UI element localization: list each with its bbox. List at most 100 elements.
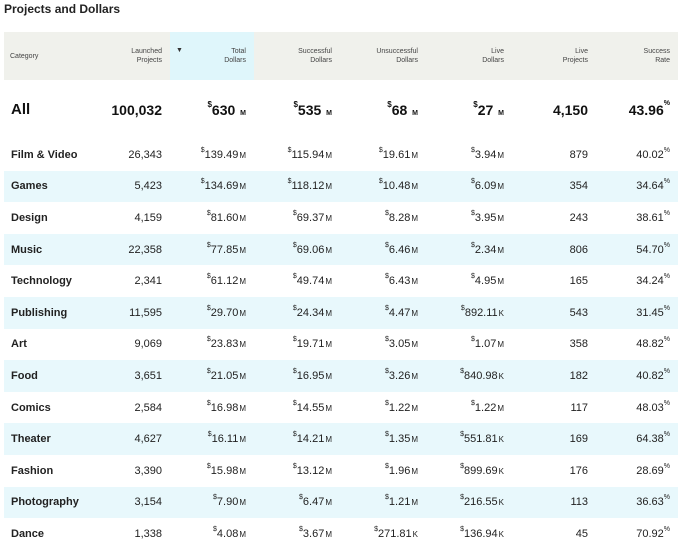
- currency-sign: $: [460, 462, 464, 470]
- table-row[interactable]: Fashion 3,390 $15.98M $13.12M $1.96M $899.69K…: [4, 455, 678, 487]
- currency-sign: $: [292, 304, 297, 312]
- table-row[interactable]: Art 9,069 $23.83M $19.71M $3.05M $1.07M 358 48.…: [4, 329, 678, 361]
- unit: M: [239, 498, 246, 508]
- header-live-projects[interactable]: Live Projects: [512, 32, 596, 80]
- table-row[interactable]: Photography 3,154 $7.90M $6.47M $1.21M $216.5…: [4, 486, 678, 519]
- unit: M: [325, 340, 332, 350]
- amount: 139.49: [204, 148, 239, 161]
- launched-projects-cell: 4,627: [134, 433, 162, 446]
- amount: 16.98: [210, 401, 239, 414]
- currency-sign: $: [387, 99, 392, 109]
- launched-projects-cell: 3,390: [134, 464, 162, 477]
- table-row[interactable]: Theater 4,627 $16.11M $14.21M $1.35M $551.81K…: [4, 423, 678, 455]
- table-row[interactable]: Technology 2,341 $61.12M $49.74M $6.43M $4.95…: [4, 265, 678, 297]
- currency-sign: $: [385, 462, 389, 470]
- amount: 6.46: [388, 243, 411, 256]
- unit: M: [497, 150, 504, 160]
- currency-sign: $: [206, 399, 211, 407]
- unit: M: [411, 213, 418, 223]
- live-dollars-cell: $136.94K: [426, 518, 512, 550]
- currency-sign: $: [292, 431, 297, 439]
- currency-sign: $: [292, 273, 297, 281]
- header-successful-dollars[interactable]: Successful Dollars: [254, 32, 340, 80]
- amount: 1.22: [474, 401, 497, 414]
- header-category[interactable]: Category: [4, 32, 98, 80]
- rate: 64.38: [636, 433, 664, 446]
- currency-sign: $: [292, 241, 297, 249]
- rate: 34.24: [636, 275, 664, 288]
- header-launched-projects[interactable]: Launched Projects: [98, 32, 170, 80]
- unit: M: [240, 109, 246, 117]
- table-row[interactable]: Games 5,423 $134.69M $118.12M $10.48M $6.09M 3…: [4, 170, 678, 203]
- total-dollars-cell: $139.49M: [170, 139, 254, 171]
- success-rate-cell: 36.63%: [596, 487, 678, 519]
- live-projects-cell: 113: [570, 496, 588, 509]
- unit: M: [239, 466, 246, 476]
- table-row[interactable]: Music 22,358 $77.85M $69.06M $6.46M $2.34M 806…: [4, 233, 678, 266]
- currency-sign: $: [460, 431, 464, 439]
- percent-sign: %: [663, 399, 670, 407]
- table-row[interactable]: Food 3,651 $21.05M $16.95M $3.26M $840.98K 182…: [4, 360, 678, 392]
- amount: 77.85: [210, 243, 239, 256]
- amount: 1.07: [474, 338, 497, 351]
- live-dollars-cell: $2.34M: [426, 234, 512, 266]
- unit: K: [412, 529, 418, 539]
- table-row[interactable]: Comics 2,584 $16.98M $14.55M $1.22M $1.22M 117…: [4, 392, 678, 424]
- success-rate-cell: 40.82%: [596, 360, 678, 392]
- unsuccessful-dollars-cell: $1.96M: [340, 455, 426, 487]
- header-label-line1: Live: [575, 48, 588, 55]
- header-label-line1: Successful: [298, 48, 332, 55]
- header-label-line2: Projects: [562, 57, 588, 64]
- live-projects-cell: 182: [569, 369, 588, 382]
- table-row[interactable]: Publishing 11,595 $29.70M $24.34M $4.47M $892…: [4, 296, 678, 329]
- currency-sign: $: [206, 273, 211, 281]
- success-rate-cell: 28.69%: [596, 455, 678, 487]
- unit: M: [239, 371, 246, 381]
- launched-projects-cell: 26,343: [128, 148, 162, 161]
- amount: 899.69: [464, 464, 498, 477]
- category-cell: Fashion: [11, 464, 54, 477]
- table-row[interactable]: Dance 1,338 $4.08M $3.67M $271.81K $136.94K 45…: [4, 518, 678, 550]
- currency-sign: $: [293, 99, 298, 109]
- success-rate-cell: 31.45%: [596, 297, 678, 329]
- header-total-dollars[interactable]: ▼ Total Dollars: [170, 32, 254, 80]
- rate: 34.64: [636, 180, 664, 193]
- successful-dollars-cell: $14.21M: [254, 423, 340, 455]
- amount: 16.11: [211, 433, 239, 446]
- unit: M: [497, 340, 504, 350]
- currency-sign: $: [385, 209, 389, 217]
- successful-dollars-cell: $16.95M: [254, 360, 340, 392]
- unit: M: [325, 182, 332, 192]
- unit: M: [325, 277, 332, 287]
- unit: M: [411, 277, 418, 287]
- header-success-rate[interactable]: Success Rate: [596, 32, 678, 80]
- percent-sign: %: [663, 273, 670, 281]
- successful-dollars-cell: $14.55M: [254, 392, 340, 424]
- header-live-dollars[interactable]: Live Dollars: [426, 32, 512, 80]
- table-row[interactable]: Design 4,159 $81.60M $69.37M $8.28M $3.95M 243…: [4, 202, 678, 234]
- amount: 23.83: [210, 338, 239, 351]
- header-label-line2: Dollars: [224, 57, 246, 64]
- unit: M: [239, 403, 246, 413]
- currency-sign: $: [460, 494, 464, 502]
- live-dollars-cell: $216.55K: [426, 487, 512, 519]
- amount: 69.37: [296, 211, 325, 224]
- total-dollars-cell: $7.90M: [170, 487, 254, 519]
- amount: 6.43: [388, 275, 411, 288]
- unit: M: [239, 213, 246, 223]
- unit: M: [239, 308, 246, 318]
- total-live-dollars: $27 M: [426, 80, 512, 139]
- percent-sign: %: [663, 494, 670, 502]
- table-row[interactable]: Film & Video 26,343 $139.49M $115.94M $19.61…: [4, 139, 678, 171]
- currency-sign: $: [374, 525, 378, 533]
- unit: M: [239, 150, 246, 160]
- header-unsuccessful-dollars[interactable]: Unsuccessful Dollars: [340, 32, 426, 80]
- category-cell: Art: [11, 338, 27, 351]
- launched-projects-cell: 2,584: [134, 401, 162, 414]
- currency-sign: $: [299, 494, 303, 502]
- amount: 7.90: [216, 496, 239, 509]
- unit: M: [411, 435, 418, 445]
- percent-sign: %: [663, 431, 670, 439]
- rate: 38.61: [636, 211, 664, 224]
- amount: 49.74: [296, 275, 325, 288]
